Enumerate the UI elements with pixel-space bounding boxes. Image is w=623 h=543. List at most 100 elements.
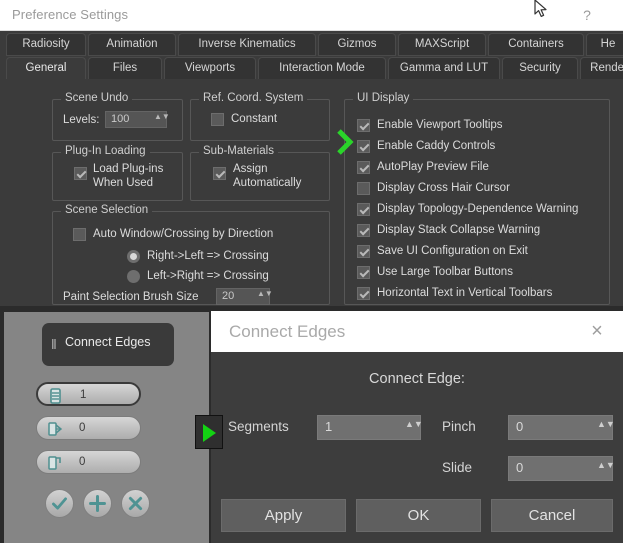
segments-value: 1 [325, 419, 333, 434]
group-title-plugin-loading: Plug-In Loading [61, 145, 150, 157]
group-ref-coord-system: Ref. Coord. System Constant [190, 92, 330, 141]
label-assign-line1: Assign [233, 163, 268, 175]
check-icon [52, 497, 67, 510]
pinch-spinner[interactable]: 0 [508, 415, 615, 440]
label-assign-line2: Automatically [233, 177, 302, 189]
checkbox-enable-viewport-tooltips[interactable] [357, 119, 370, 132]
checkbox-display-topology-dependence-warning[interactable] [357, 203, 370, 216]
tab-security[interactable]: Security [502, 57, 578, 80]
label-auto-window-crossing: Auto Window/Crossing by Direction [93, 228, 274, 240]
cancel-button[interactable]: Cancel [491, 499, 613, 532]
spinner-arrows-icon[interactable] [405, 419, 423, 437]
checkbox-use-large-toolbar-buttons[interactable] [357, 266, 370, 279]
label-display-cross-hair-cursor: Display Cross Hair Cursor [377, 182, 510, 194]
group-scene-undo: Scene Undo Levels: 100 [52, 92, 183, 141]
screen: Preference Settings ? Radiosity Animatio… [0, 0, 623, 543]
levels-spinner[interactable]: 100 [105, 111, 170, 128]
green-play-annotation [195, 415, 223, 449]
spinner-arrows-icon[interactable] [597, 419, 615, 437]
apply-button[interactable]: Apply [221, 499, 346, 532]
caddy-field-slide[interactable]: 0 [36, 450, 141, 474]
checkbox-display-cross-hair-cursor[interactable] [357, 182, 370, 195]
tab-files[interactable]: Files [88, 57, 162, 80]
tab-radiosity[interactable]: Radiosity [6, 33, 86, 56]
tab-inverse-kinematics[interactable]: Inverse Kinematics [178, 33, 316, 56]
label-use-large-toolbar-buttons: Use Large Toolbar Buttons [377, 266, 513, 278]
caddy-cancel-button[interactable] [121, 489, 150, 518]
x-icon [128, 496, 143, 511]
slide-spinner[interactable]: 0 [508, 456, 615, 481]
checkbox-assign-automatically[interactable] [213, 167, 226, 180]
spinner-arrows-icon[interactable] [154, 112, 170, 127]
caddy-value-pinch: 0 [79, 422, 86, 434]
brush-size-spinner[interactable]: 20 [216, 288, 273, 305]
checkbox-save-ui-configuration-on-exit[interactable] [357, 245, 370, 258]
tab-gizmos[interactable]: Gizmos [318, 33, 396, 56]
caddy-title: Connect Edges [65, 335, 151, 349]
green-chevron-annotation-icon [337, 129, 354, 155]
tab-render[interactable]: Render [580, 57, 623, 80]
slide-icon [48, 456, 61, 470]
drag-handle-icon[interactable]: ‖ [51, 337, 60, 352]
spinner-arrows-icon[interactable] [597, 460, 615, 478]
segments-spinner[interactable]: 1 [317, 415, 423, 440]
tab-interaction-mode[interactable]: Interaction Mode [258, 57, 386, 80]
tab-viewports[interactable]: Viewports [164, 57, 256, 80]
caddy-field-pinch[interactable]: 0 [36, 416, 141, 440]
caddy-field-segments[interactable]: 1 [36, 382, 141, 406]
radio-left-to-right[interactable] [127, 270, 140, 283]
tab-animation[interactable]: Animation [88, 33, 176, 56]
tab-help[interactable]: He [586, 33, 623, 56]
checkbox-load-plugins[interactable] [74, 167, 87, 180]
page-title: Preference Settings [12, 7, 129, 22]
tab-underline [0, 79, 623, 82]
preference-settings-window: Preference Settings ? Radiosity Animatio… [0, 0, 623, 306]
ok-button[interactable]: OK [356, 499, 481, 532]
caddy-panel: ‖ Connect Edges 1 0 0 [4, 312, 209, 543]
levels-value: 100 [111, 113, 130, 125]
caddy-apply-button[interactable] [83, 489, 112, 518]
label-enable-caddy-controls: Enable Caddy Controls [377, 140, 496, 152]
caddy-header[interactable]: ‖ Connect Edges [42, 323, 174, 366]
group-sub-materials: Sub-Materials Assign Automatically [190, 145, 330, 201]
label-enable-viewport-tooltips: Enable Viewport Tooltips [377, 119, 503, 131]
tab-general[interactable]: General [6, 57, 86, 80]
dialog-heading: Connect Edge: [369, 371, 465, 387]
caddy-value-slide: 0 [79, 456, 86, 468]
levels-label: Levels: [63, 114, 100, 126]
checkbox-display-stack-collapse-warning[interactable] [357, 224, 370, 237]
label-segments: Segments [228, 419, 289, 434]
checkbox-constant[interactable] [211, 113, 224, 126]
tab-containers[interactable]: Containers [488, 33, 584, 56]
label-paint-brush-size: Paint Selection Brush Size [63, 291, 199, 303]
caddy-ok-button[interactable] [45, 489, 74, 518]
plus-icon [89, 495, 106, 512]
label-constant: Constant [231, 113, 278, 125]
spinner-arrows-icon[interactable] [257, 289, 273, 304]
checkbox-auto-window-crossing[interactable] [73, 228, 86, 241]
radio-right-to-left[interactable] [127, 250, 140, 263]
tab-row-bottom: General Files Viewports Interaction Mode… [0, 57, 623, 80]
tab-maxscript[interactable]: MAXScript [398, 33, 486, 56]
group-title-sub-materials: Sub-Materials [199, 145, 278, 157]
group-plugin-loading: Plug-In Loading Load Plug-ins When Used [52, 145, 183, 201]
pinch-icon [48, 422, 62, 436]
label-horizontal-text-in-vertical-toolbars: Horizontal Text in Vertical Toolbars [377, 287, 553, 299]
label-pinch: Pinch [442, 419, 476, 434]
checkbox-enable-caddy-controls[interactable] [357, 140, 370, 153]
tab-gamma-and-lut[interactable]: Gamma and LUT [388, 57, 500, 80]
tab-row-top: Radiosity Animation Inverse Kinematics G… [0, 33, 623, 56]
brush-size-value: 20 [222, 290, 235, 302]
checkbox-horizontal-text-in-vertical-toolbars[interactable] [357, 287, 370, 300]
label-left-to-right: Left->Right => Crossing [147, 270, 269, 282]
close-icon[interactable]: × [586, 320, 608, 342]
label-load-plugins-line1: Load Plug-ins [93, 163, 164, 175]
dialog-title: Connect Edges [229, 322, 346, 341]
label-load-plugins-line2: When Used [93, 177, 154, 189]
group-title-scene-undo: Scene Undo [61, 92, 133, 104]
help-icon[interactable]: ? [578, 6, 596, 24]
preference-titlebar: Preference Settings ? [0, 0, 623, 31]
label-display-stack-collapse-warning: Display Stack Collapse Warning [377, 224, 541, 236]
checkbox-autoplay-preview-file[interactable] [357, 161, 370, 174]
label-slide: Slide [442, 460, 473, 475]
